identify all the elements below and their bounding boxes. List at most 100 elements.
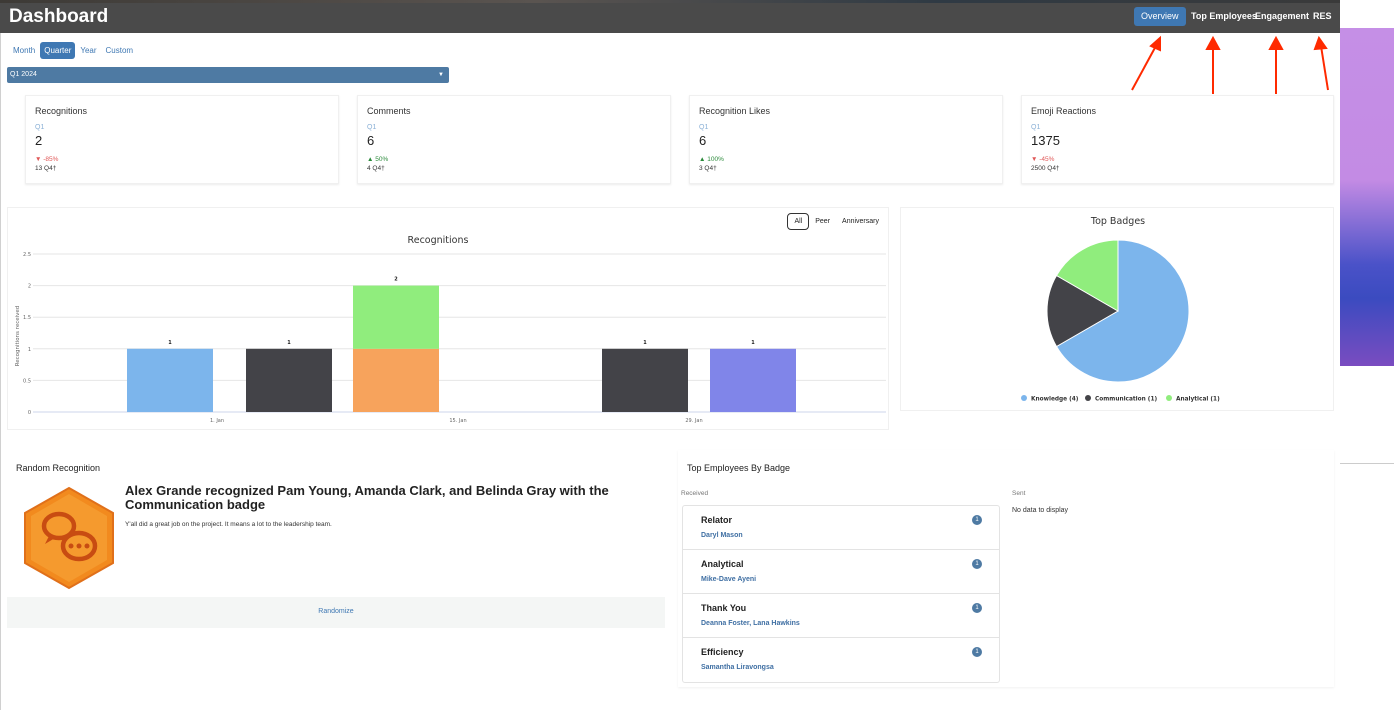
random-recognition-title: Random Recognition <box>16 463 101 473</box>
top-badges-chart: Top Badges Knowledge (4) Communication (1… <box>1021 216 1220 403</box>
x-tick-label: 1. Jan <box>210 418 224 424</box>
range-tabs: Month Quarter Year Custom <box>9 42 138 59</box>
range-tab-month[interactable]: Month <box>9 42 39 59</box>
top-employees-title: Top Employees By Badge <box>687 463 791 473</box>
stat-label: Recognition Likes <box>699 106 771 116</box>
stat-period: Q1 <box>699 124 709 131</box>
stat-change: ▼ -45% <box>1031 156 1055 163</box>
communication-badge-icon <box>24 486 114 590</box>
stat-period: Q1 <box>1031 124 1041 131</box>
legend-marker <box>1166 395 1172 401</box>
list-item[interactable]: Relator Daryl Mason 1 <box>683 506 999 550</box>
randomize-footer: Randomize <box>7 597 665 628</box>
bar[interactable] <box>710 348 796 412</box>
y-tick-label: 0.5 <box>23 378 31 384</box>
stat-label: Recognitions <box>35 106 88 116</box>
y-tick-label: 1 <box>28 347 31 353</box>
nav-res[interactable]: RES <box>1306 7 1339 26</box>
pie-title: Top Badges <box>1090 216 1145 227</box>
header-decoration <box>0 0 1340 3</box>
employee-names[interactable]: Mike-Dave Ayeni <box>701 576 756 583</box>
data-label: 1 <box>751 340 755 346</box>
legend-marker <box>1085 395 1091 401</box>
range-tab-year[interactable]: Year <box>76 42 100 59</box>
legend-marker <box>1021 395 1027 401</box>
side-divider <box>1340 463 1394 464</box>
period-select[interactable]: Q1 2024 ▼ <box>7 67 449 83</box>
top-badges-card: Top Badges Knowledge (4) Communication (1… <box>900 207 1334 411</box>
bar[interactable] <box>353 348 439 412</box>
data-label: 1 <box>643 340 647 346</box>
chart-title: Recognitions <box>408 235 469 246</box>
nav-overview[interactable]: Overview <box>1134 7 1186 26</box>
bar[interactable] <box>127 348 213 412</box>
stat-previous: 2500 Q4† <box>1031 165 1060 172</box>
x-tick-label: 29. Jan <box>685 418 702 424</box>
stat-previous: 3 Q4† <box>699 165 717 172</box>
y-tick-label: 2.5 <box>23 252 31 258</box>
bar[interactable] <box>602 348 688 412</box>
stat-value: 1375 <box>1031 133 1060 148</box>
top-bar: Dashboard Overview Top Employees Engagem… <box>0 0 1340 33</box>
stat-card-recognitions: Recognitions Q1 2 ▼ -85% 13 Q4† <box>25 95 339 184</box>
employee-names[interactable]: Deanna Foster, Lana Hawkins <box>701 620 800 627</box>
count-badge: 1 <box>972 647 982 657</box>
chevron-down-icon: ▼ <box>438 72 444 78</box>
range-tab-quarter[interactable]: Quarter <box>40 42 76 59</box>
page-title: Dashboard <box>9 6 109 27</box>
stat-change: ▼ -85% <box>35 156 59 163</box>
stat-card-recognition-likes: Recognition Likes Q1 6 ▲ 100% 3 Q4† <box>689 95 1003 184</box>
random-recognition-card: Random Recognition Alex Grande recognize… <box>7 450 665 628</box>
randomize-button[interactable]: Randomize <box>7 608 665 615</box>
list-item[interactable]: Thank You Deanna Foster, Lana Hawkins 1 <box>683 594 999 638</box>
count-badge: 1 <box>972 559 982 569</box>
legend-label[interactable]: Analytical (1) <box>1176 397 1220 403</box>
sent-empty-message: No data to display <box>1012 507 1069 514</box>
top-employees-card: Top Employees By Badge Received Sent No … <box>678 450 1334 687</box>
data-label: 1 <box>168 340 172 346</box>
bar[interactable] <box>246 348 332 412</box>
stat-value: 6 <box>699 133 707 148</box>
stat-label: Emoji Reactions <box>1031 106 1097 116</box>
x-tick-label: 15. Jan <box>449 418 466 424</box>
list-item[interactable]: Efficiency Samantha Liravongsa 1 <box>683 638 999 682</box>
stat-change: ▲ 50% <box>367 156 389 163</box>
badge-name: Efficiency <box>701 647 744 657</box>
side-decoration <box>1340 28 1394 366</box>
stat-previous: 4 Q4† <box>367 165 385 172</box>
period-select-value: Q1 2024 <box>10 71 37 78</box>
legend-label[interactable]: Knowledge (4) <box>1031 397 1079 403</box>
arrow-overview <box>1131 43 1158 91</box>
left-border <box>0 33 1 710</box>
data-label: 2 <box>394 277 398 283</box>
employee-names[interactable]: Samantha Liravongsa <box>701 664 774 671</box>
stat-period: Q1 <box>367 124 377 131</box>
arrow-overview-head <box>1149 35 1161 52</box>
arrow-top-employees-head <box>1205 35 1221 50</box>
list-item[interactable]: Analytical Mike-Dave Ayeni 1 <box>683 550 999 594</box>
count-badge: 1 <box>972 515 982 525</box>
legend-label[interactable]: Communication (1) <box>1095 397 1157 403</box>
employee-names[interactable]: Daryl Mason <box>701 532 743 539</box>
stat-value: 2 <box>35 133 43 148</box>
received-badge-list: Relator Daryl Mason 1 Analytical Mike-Da… <box>682 505 1000 683</box>
data-label: 1 <box>287 340 291 346</box>
recognition-headline: Alex Grande recognized Pam Young, Amanda… <box>125 483 609 512</box>
stat-period: Q1 <box>35 124 45 131</box>
badge-name: Analytical <box>701 559 744 569</box>
recognition-message: Y'all did a great job on the project. It… <box>125 521 332 528</box>
y-axis-label: Recognitions received <box>15 306 21 367</box>
y-tick-label: 0 <box>28 410 31 416</box>
arrow-res-head <box>1313 35 1328 51</box>
sent-label: Sent <box>1012 490 1026 497</box>
received-label: Received <box>681 490 709 497</box>
badge-name: Relator <box>701 515 733 525</box>
arrow-res <box>1320 45 1329 91</box>
recognitions-chart-card: All Peer Anniversary Recognitions Recogn… <box>7 207 889 430</box>
range-tab-custom[interactable]: Custom <box>102 42 138 59</box>
y-tick-label: 1.5 <box>23 315 31 321</box>
arrow-engagement-head <box>1268 35 1284 50</box>
count-badge: 1 <box>972 603 982 613</box>
bar[interactable] <box>353 285 439 349</box>
y-tick-label: 2 <box>28 284 31 290</box>
